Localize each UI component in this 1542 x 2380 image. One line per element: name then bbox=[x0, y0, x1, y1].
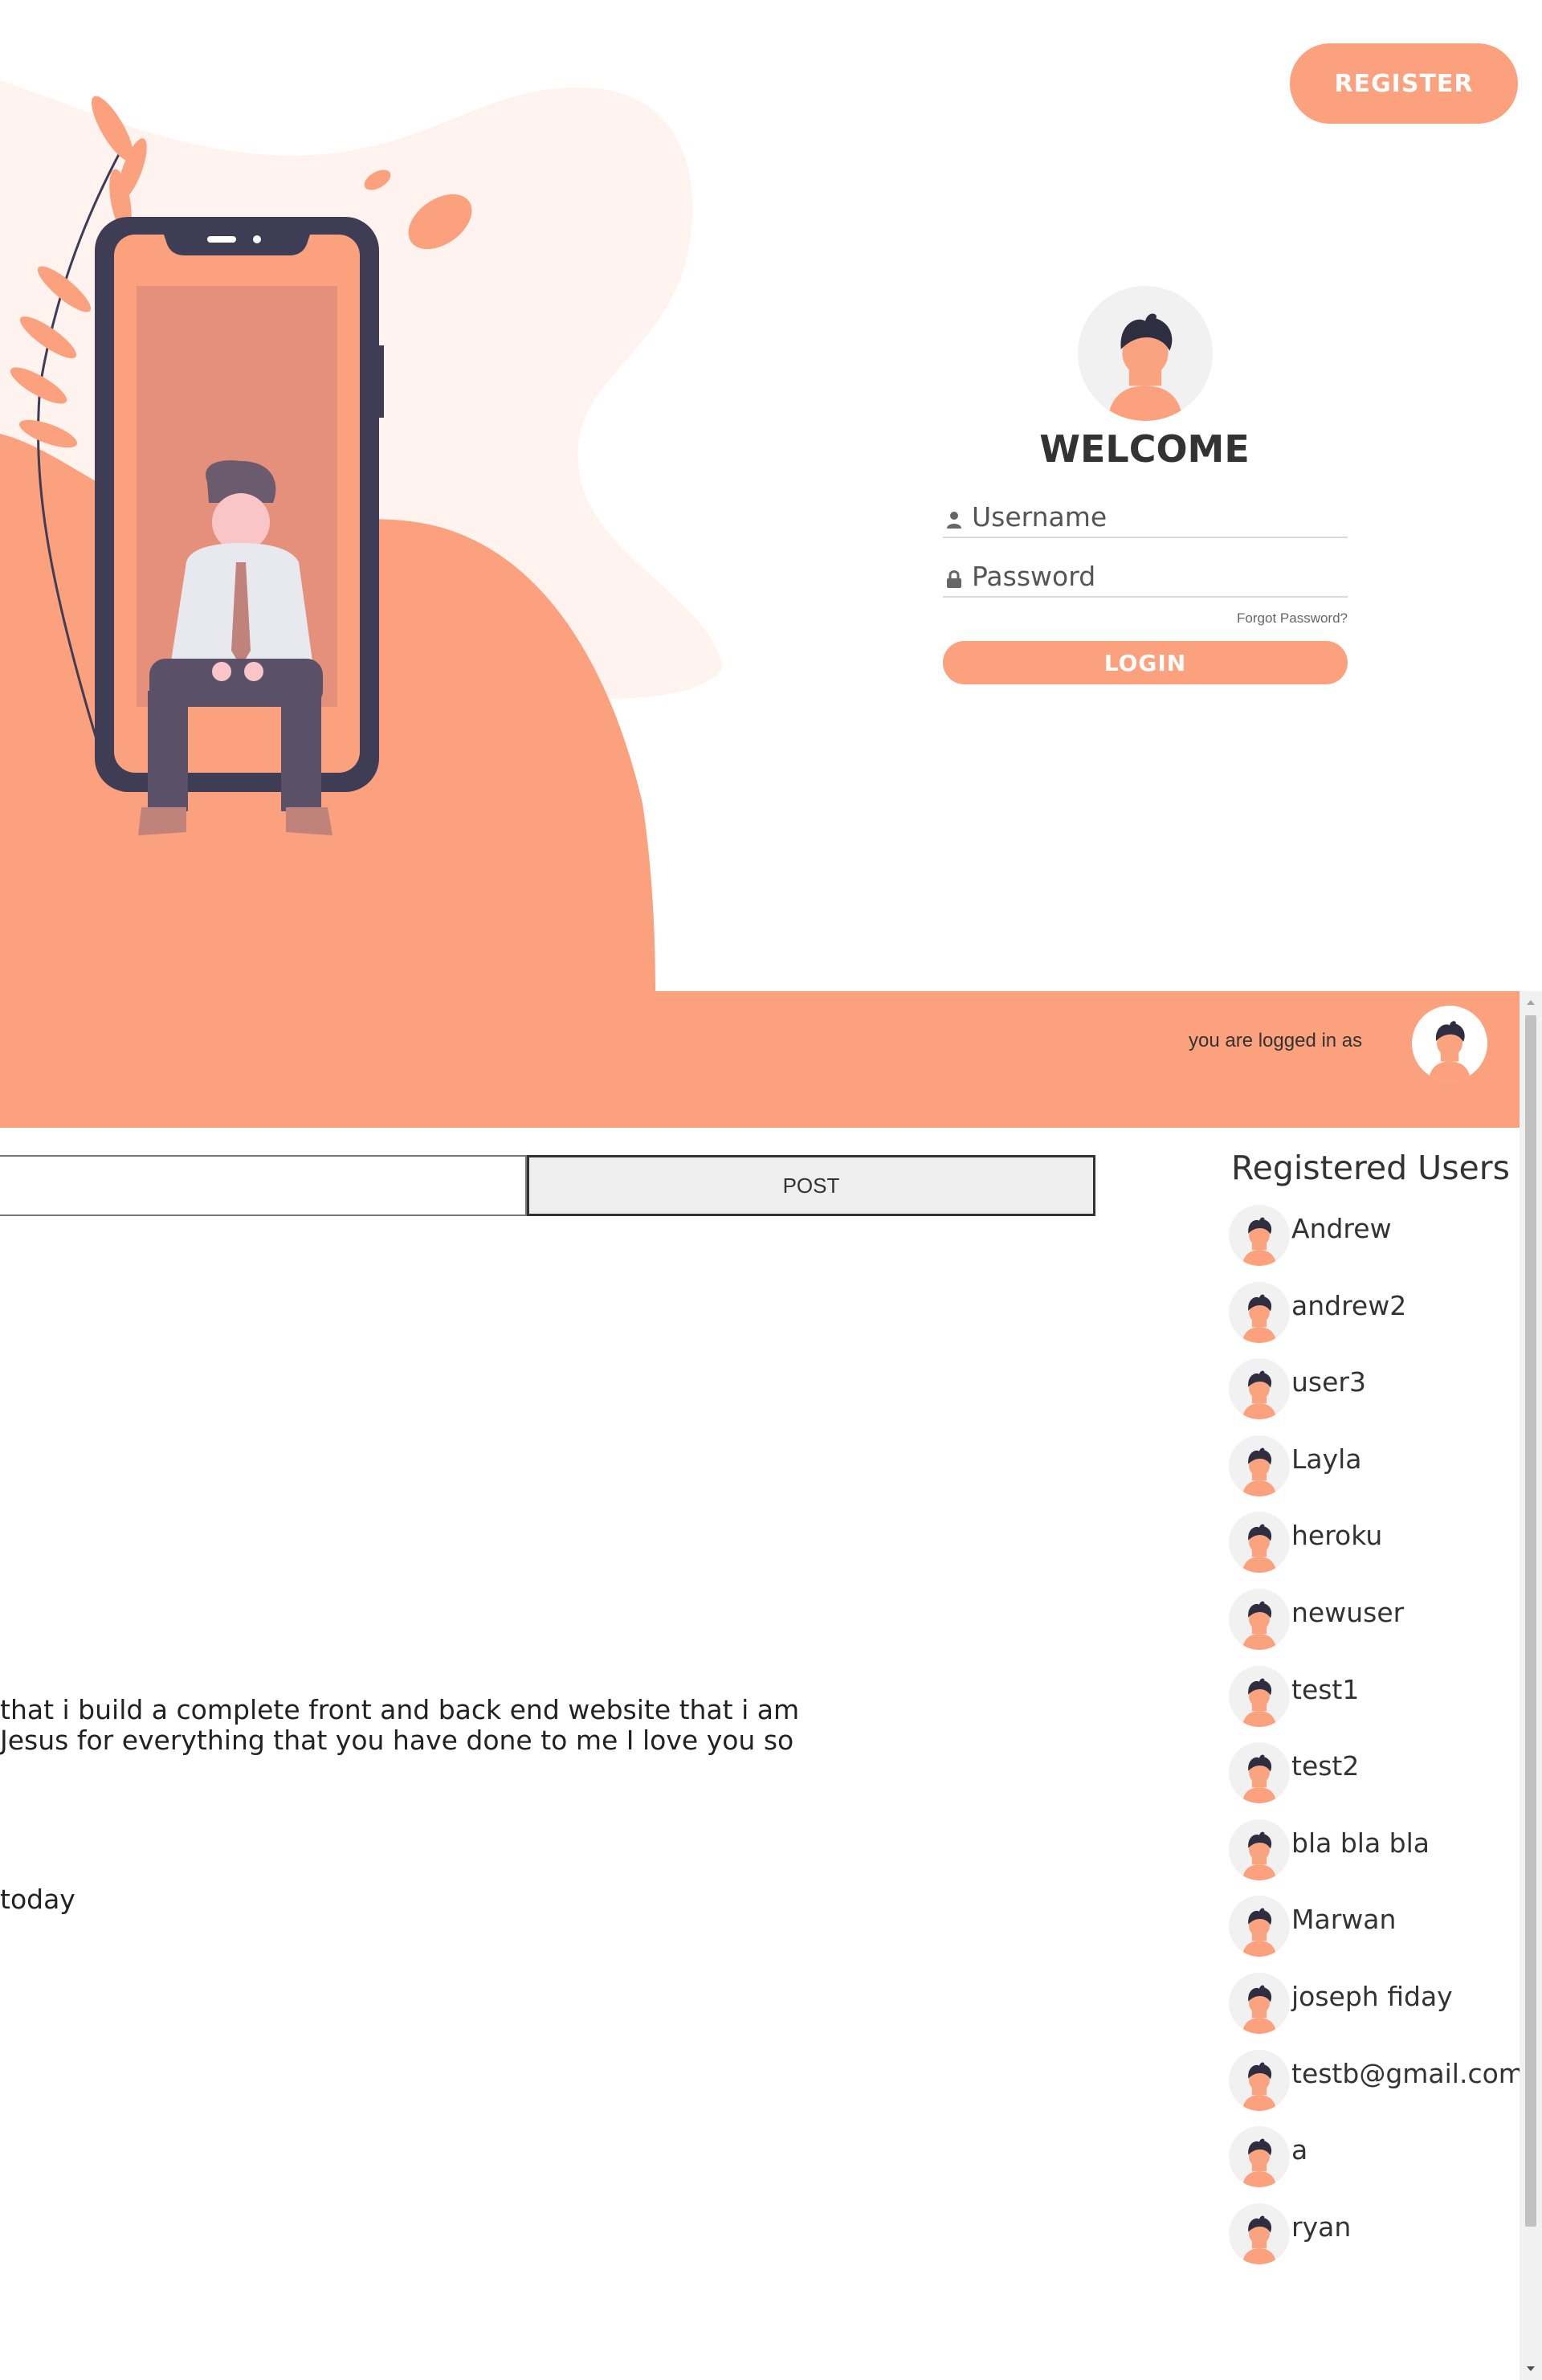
logged-in-label: you are logged in as bbox=[1189, 1030, 1363, 1051]
avatar-icon bbox=[1229, 1512, 1290, 1574]
avatar-icon bbox=[1229, 2049, 1290, 2111]
user-list-item[interactable]: joseph fiday bbox=[1229, 1972, 1518, 2050]
hero-illustration bbox=[0, 80, 723, 991]
user-name: joseph fiday bbox=[1291, 1980, 1453, 2012]
user-name: andrew2 bbox=[1291, 1289, 1407, 1321]
username-input[interactable] bbox=[972, 496, 1341, 537]
user-list-item[interactable]: Marwan bbox=[1229, 1896, 1518, 1973]
password-input[interactable] bbox=[972, 556, 1341, 596]
user-name: heroku bbox=[1291, 1520, 1383, 1552]
avatar-icon bbox=[1229, 1588, 1290, 1650]
avatar-icon bbox=[1229, 2202, 1290, 2264]
phone-notch bbox=[164, 235, 310, 255]
forgot-password-link[interactable]: Forgot Password? bbox=[943, 610, 1348, 627]
post-input[interactable] bbox=[0, 1155, 527, 1216]
user-name: testb@gmail.com bbox=[1291, 2057, 1524, 2089]
registered-users-list: Andrew andrew2 user3 Layla heroku newuser test… bbox=[1229, 1205, 1524, 2280]
user-name: Layla bbox=[1291, 1443, 1362, 1475]
user-name: Andrew bbox=[1291, 1213, 1392, 1244]
user-name: ryan bbox=[1291, 2211, 1352, 2243]
avatar-icon bbox=[1229, 1972, 1290, 2034]
avatar-icon bbox=[1229, 1665, 1290, 1727]
user-list-item[interactable]: heroku bbox=[1229, 1512, 1518, 1589]
user-list-item[interactable]: testb@gmail.com bbox=[1229, 2049, 1524, 2127]
user-list-item[interactable]: a bbox=[1229, 2126, 1518, 2203]
lock-icon bbox=[947, 570, 961, 588]
registered-users-title: Registered Users bbox=[1231, 1149, 1510, 1187]
avatar-icon bbox=[1229, 2126, 1290, 2188]
user-list-item[interactable]: ryan bbox=[1229, 2202, 1518, 2280]
user-name: user3 bbox=[1291, 1366, 1366, 1398]
user-name: newuser bbox=[1291, 1596, 1405, 1628]
login-section: REGISTER WELCOME Forgot Passw bbox=[0, 0, 1542, 991]
avatar-icon bbox=[1229, 1358, 1290, 1420]
user-name: a bbox=[1291, 2134, 1308, 2166]
avatar-icon[interactable] bbox=[1412, 1006, 1487, 1081]
user-list-item[interactable]: andrew2 bbox=[1229, 1281, 1518, 1359]
username-field-row bbox=[943, 496, 1348, 538]
post-item: today bbox=[0, 1884, 75, 1915]
register-button[interactable]: REGISTER bbox=[1290, 43, 1518, 124]
login-button[interactable]: LOGIN bbox=[943, 641, 1348, 684]
avatar-icon bbox=[1229, 1435, 1290, 1496]
avatar-icon bbox=[1229, 1819, 1290, 1880]
user-icon bbox=[947, 512, 961, 529]
post-text-line: that i build a complete front and back e… bbox=[0, 1694, 800, 1725]
scrollbar-thumb[interactable] bbox=[1525, 1015, 1536, 2227]
app-section: you are logged in as POST that i build a… bbox=[0, 991, 1542, 2380]
user-list-item[interactable]: test2 bbox=[1229, 1742, 1518, 1819]
post-text-line: today bbox=[0, 1884, 75, 1915]
avatar-icon bbox=[1078, 286, 1213, 421]
scroll-up-arrow-icon[interactable] bbox=[1520, 991, 1542, 1014]
password-field-row bbox=[943, 556, 1348, 598]
user-name: test2 bbox=[1291, 1750, 1360, 1782]
post-text-line: Jesus for everything that you have done … bbox=[0, 1725, 794, 1756]
avatar-icon bbox=[1229, 1742, 1290, 1804]
post-item: that i build a complete front and back e… bbox=[0, 1695, 799, 1756]
app-header: you are logged in as bbox=[0, 991, 1520, 1128]
user-name: test1 bbox=[1291, 1673, 1360, 1705]
avatar-icon bbox=[1229, 1205, 1290, 1266]
user-list-item[interactable]: Layla bbox=[1229, 1435, 1518, 1513]
user-list-item[interactable]: newuser bbox=[1229, 1588, 1518, 1666]
user-list-item[interactable]: Andrew bbox=[1229, 1205, 1518, 1282]
user-list-item[interactable]: user3 bbox=[1229, 1358, 1518, 1435]
avatar-icon bbox=[1229, 1896, 1290, 1957]
post-button[interactable]: POST bbox=[527, 1155, 1095, 1216]
user-list-item[interactable]: bla bla bla bbox=[1229, 1819, 1518, 1896]
scroll-down-arrow-icon[interactable] bbox=[1520, 2358, 1542, 2380]
user-list-item[interactable]: test1 bbox=[1229, 1665, 1518, 1743]
scrollbar[interactable] bbox=[1520, 991, 1542, 2380]
avatar-icon bbox=[1229, 1281, 1290, 1343]
welcome-title: WELCOME bbox=[1039, 427, 1250, 471]
user-name: Marwan bbox=[1291, 1904, 1397, 1936]
user-name: bla bla bla bbox=[1291, 1827, 1430, 1859]
